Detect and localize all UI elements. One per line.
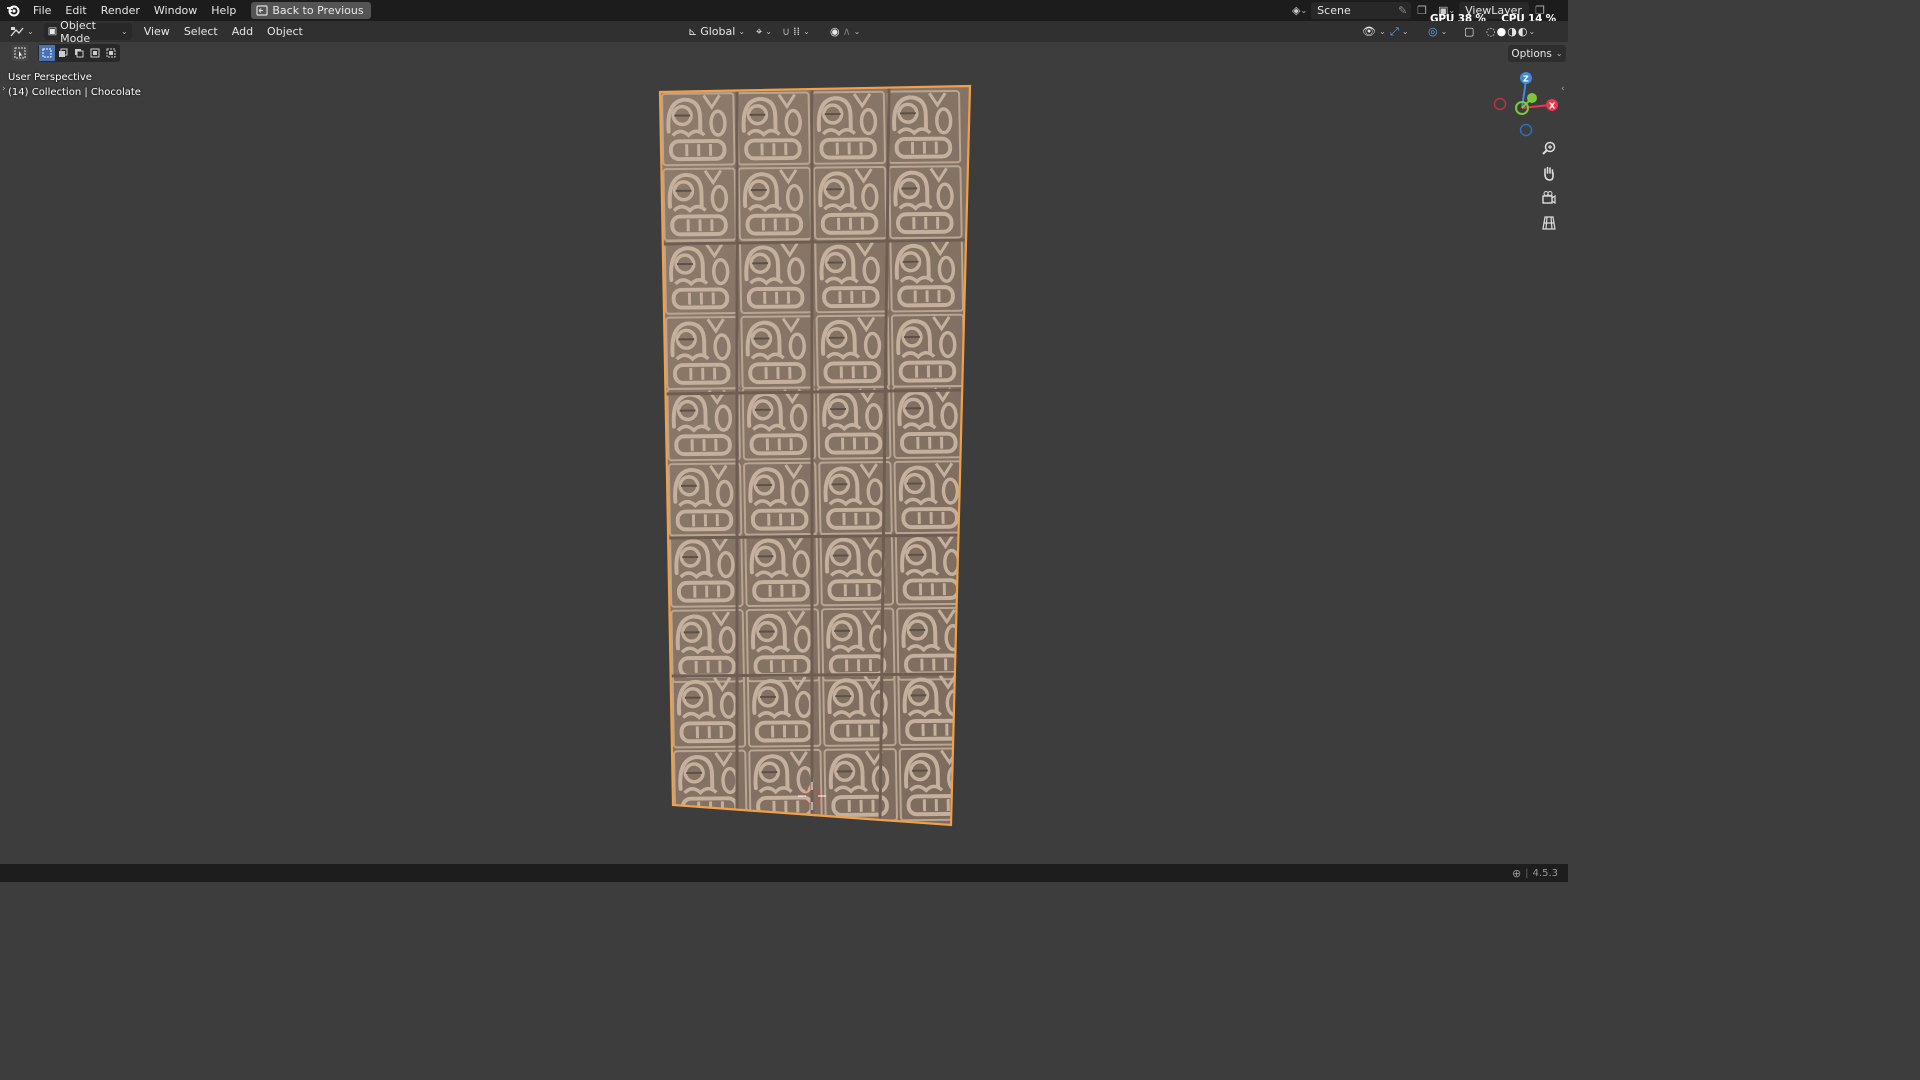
chocolate-object[interactable] xyxy=(658,84,972,827)
zoom-icon[interactable] xyxy=(1538,138,1560,158)
menu-file[interactable]: File xyxy=(26,0,58,21)
object-mode-label: Object Mode xyxy=(60,18,96,45)
pivot-icon: ⌖ xyxy=(756,24,763,38)
collection-label: (14) Collection | Chocolate xyxy=(8,87,141,98)
scene-name: Scene xyxy=(1317,4,1351,17)
camera-icon[interactable] xyxy=(1538,188,1560,208)
viewport-info: User Perspective (14) Collection | Choco… xyxy=(8,70,141,100)
3d-viewport[interactable]: Z X xyxy=(0,0,1568,882)
menu-object[interactable]: Object xyxy=(263,23,307,40)
visibility-dropdown[interactable]: 👁 ⌄ xyxy=(1358,23,1390,40)
gizmo-toggle[interactable]: ⤢ ⌄ xyxy=(1386,23,1413,40)
viewport-header: ⌄ ▣ Object Mode ⌄ View Select Add Object… xyxy=(0,19,1568,45)
object-mode-dropdown[interactable]: ▣ Object Mode ⌄ xyxy=(43,19,132,45)
pan-hand-icon[interactable] xyxy=(1538,163,1560,183)
shading-solid-icon[interactable]: ● xyxy=(1497,25,1507,38)
select-subtract-icon[interactable] xyxy=(71,45,87,61)
transform-orientation-dropdown[interactable]: ⊾ Global ⌄ xyxy=(684,23,749,40)
shading-material-icon[interactable]: ◑ xyxy=(1507,25,1517,38)
select-box-icon[interactable] xyxy=(12,45,28,61)
tool-settings-row xyxy=(0,42,1568,64)
version-label: 4.5.3 xyxy=(1532,867,1558,879)
snap-icon: ∪ xyxy=(782,25,791,38)
snap-toggle[interactable]: ∪ ⁞⁞ ⌄ xyxy=(778,23,814,40)
select-invert-icon[interactable] xyxy=(87,45,103,61)
proportional-icon: ◉ xyxy=(830,25,840,38)
xray-toggle[interactable]: ▢ xyxy=(1460,23,1478,40)
back-to-previous-label: Back to Previous xyxy=(272,4,364,17)
network-icon: ⊕ xyxy=(1511,866,1522,880)
object-mode-icon: ▣ xyxy=(47,26,58,37)
back-icon xyxy=(256,5,268,16)
select-new-icon[interactable] xyxy=(39,45,55,61)
selection-mode-group xyxy=(38,44,120,62)
xray-icon: ▢ xyxy=(1464,25,1475,38)
select-extend-icon[interactable] xyxy=(55,45,71,61)
orientation-label: Global xyxy=(700,25,736,38)
blender-logo-icon[interactable] xyxy=(0,0,26,21)
menu-add[interactable]: Add xyxy=(228,23,257,40)
pin-icon[interactable]: ✎ xyxy=(1398,4,1407,17)
status-bar: ⊕ | 4.5.3 xyxy=(0,864,1568,882)
select-intersect-icon[interactable] xyxy=(103,45,119,61)
overlay-toggle[interactable]: ◎ ⌄ xyxy=(1424,23,1451,40)
navigation-gizmo[interactable]: Z X xyxy=(1493,72,1559,137)
gizmo-z-label: Z xyxy=(1523,75,1529,84)
editor-type-icon xyxy=(10,26,24,36)
navigation-tools xyxy=(1538,138,1560,233)
proportional-editing-toggle[interactable]: ◉ ∧ ⌄ xyxy=(826,23,864,40)
visibility-icon: 👁 xyxy=(1362,25,1376,38)
back-to-previous-button[interactable]: Back to Previous xyxy=(251,2,371,19)
pivot-point-dropdown[interactable]: ⌖ ⌄ xyxy=(752,23,776,40)
gizmo-x-label: X xyxy=(1549,102,1556,111)
perspective-label: User Perspective xyxy=(8,72,92,83)
menu-help[interactable]: Help xyxy=(204,0,243,21)
editor-type-button[interactable]: ⌄ xyxy=(6,23,38,40)
transform-orientation-icon: ⊾ xyxy=(688,25,698,38)
shading-mode-buttons[interactable]: ◌ ● ◑ ◐ ⌄ xyxy=(1482,23,1539,40)
shading-wireframe-icon[interactable]: ◌ xyxy=(1486,25,1496,38)
options-dropdown[interactable]: Options ⌄ xyxy=(1508,45,1566,62)
options-label: Options xyxy=(1511,47,1552,60)
menu-select[interactable]: Select xyxy=(180,23,222,40)
overlay-icon: ◎ xyxy=(1428,25,1438,38)
menu-window[interactable]: Window xyxy=(147,0,204,21)
gizmo-icon: ⤢ xyxy=(1390,24,1399,38)
shading-rendered-icon[interactable]: ◐ xyxy=(1518,25,1528,38)
scene-icon: ◈ xyxy=(1292,4,1301,17)
sidebar-expand-icon[interactable]: ‹ xyxy=(1561,84,1565,94)
menu-view[interactable]: View xyxy=(140,23,174,40)
new-scene-icon[interactable]: ❐ xyxy=(1417,4,1427,17)
scene-selector[interactable]: ◈ ⌄ Scene ✎ ❐ xyxy=(1292,2,1428,19)
snap-grid-icon: ⁞⁞ xyxy=(793,25,801,38)
toolbar-expand-icon[interactable]: › xyxy=(2,84,6,94)
grid-icon[interactable] xyxy=(1538,213,1560,233)
